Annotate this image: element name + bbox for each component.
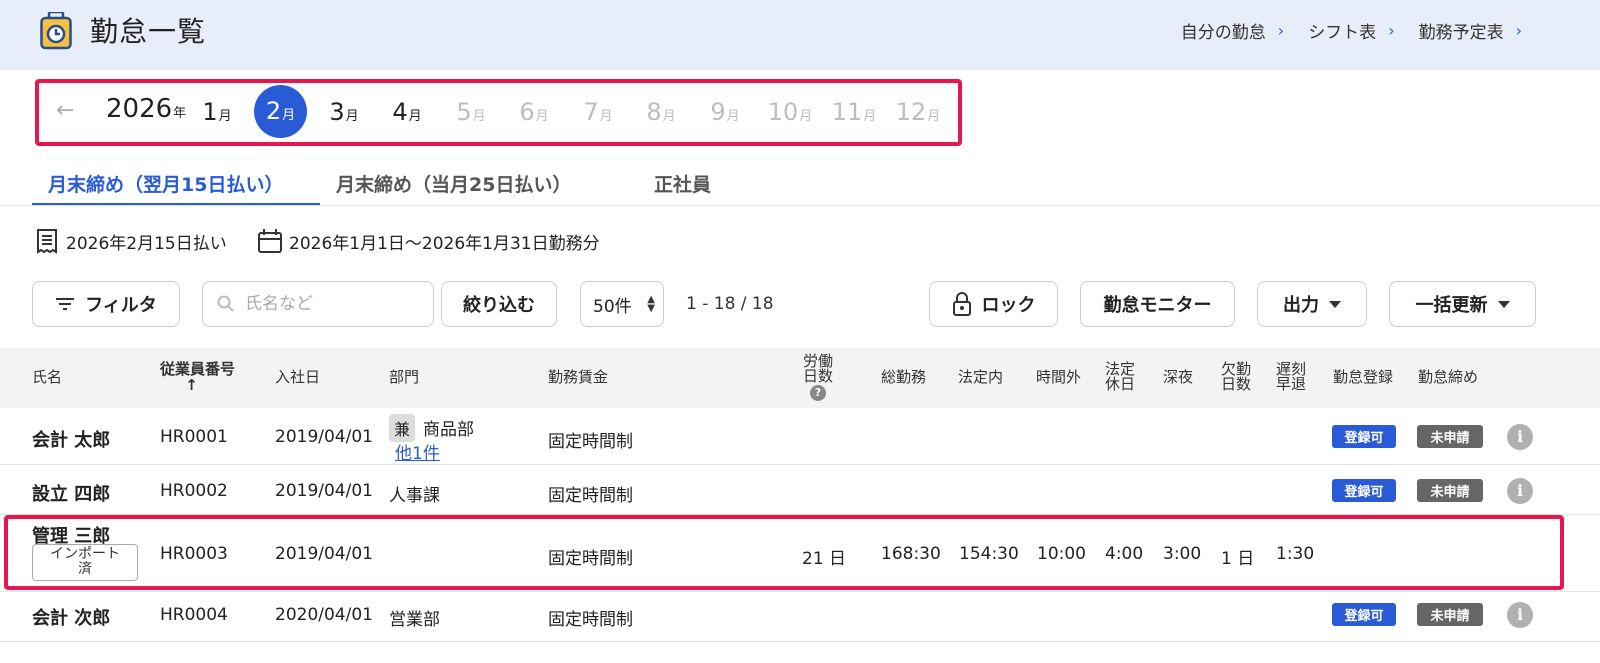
caret-down-icon (1329, 300, 1341, 308)
lock-icon (952, 292, 971, 316)
receipt-icon (37, 229, 57, 254)
info-icon[interactable]: i (1507, 602, 1533, 628)
col-labor-days[interactable]: 労働 日数 ? (803, 354, 833, 401)
table-row[interactable]: 会計 太郎 HR0001 2019/04/01 兼商品部 他1件 固定時間制 登… (0, 408, 1600, 465)
status-badge-registrable: 登録可 (1332, 603, 1396, 626)
nav-work-schedule[interactable]: 勤務予定表 › (1419, 18, 1522, 43)
hire-date: 2019/04/01 (275, 544, 373, 564)
hire-date: 2020/04/01 (275, 605, 373, 625)
labor-days: 21 日 (802, 549, 847, 569)
col-late[interactable]: 遅刻 早退 (1276, 362, 1306, 392)
status-badge-unapplied: 未申請 (1417, 425, 1483, 448)
caret-down-icon (1497, 300, 1510, 308)
nav-shift-table[interactable]: シフト表 › (1308, 18, 1394, 43)
late-early: 1:30 (1276, 544, 1315, 564)
filter-icon (56, 298, 75, 310)
absent-days: 1 日 (1221, 549, 1255, 569)
total-work: 168:30 (881, 544, 941, 564)
legal-hours: 154:30 (959, 544, 1019, 564)
month-picker-highlight (35, 79, 962, 146)
employee-number: HR0004 (160, 605, 228, 625)
department: 営業部 (389, 610, 440, 630)
table-header: 氏名 従業員番号 ↑ 入社日 部門 勤務賃金 労働 日数 ? 総勤務 法定内 時間… (0, 348, 1600, 408)
col-hire-date[interactable]: 入社日 (275, 370, 320, 385)
col-registration[interactable]: 勤怠登録 (1333, 370, 1393, 385)
status-badge-unapplied: 未申請 (1417, 603, 1483, 626)
chevron-right-icon: › (1515, 21, 1522, 40)
employee-name[interactable]: 会計 太郎 (32, 426, 110, 452)
export-button[interactable]: 出力 (1257, 281, 1367, 327)
tab-closing-25[interactable]: 月末締め（当月25日払い） (336, 164, 571, 206)
col-legal[interactable]: 法定内 (958, 370, 1003, 385)
table-row[interactable]: 会計 次郎 HR0004 2020/04/01 営業部 固定時間制 登録可 未申… (0, 592, 1600, 642)
period-info: 2026年1月1日～2026年1月31日勤務分 (257, 228, 600, 254)
col-holiday[interactable]: 法定 休日 (1105, 362, 1135, 392)
employee-number: HR0002 (160, 481, 228, 501)
pagination-range: 1 - 18 / 18 (686, 294, 774, 314)
overtime-hours: 10:00 (1037, 544, 1086, 564)
employee-name[interactable]: 会計 次郎 (32, 604, 110, 630)
table-row[interactable]: 設立 四郎 HR0002 2019/04/01 人事課 固定時間制 登録可 未申… (0, 465, 1600, 515)
tab-regular-employee[interactable]: 正社員 (654, 164, 711, 206)
status-badge-registrable: 登録可 (1332, 425, 1396, 448)
col-emp-no[interactable]: 従業員番号 ↑ (160, 362, 235, 393)
chevron-right-icon: › (1388, 21, 1395, 40)
monitor-button[interactable]: 勤怠モニター (1080, 281, 1235, 327)
lock-button[interactable]: ロック (929, 281, 1058, 327)
wage-type: 固定時間制 (548, 610, 633, 630)
help-icon[interactable]: ? (810, 385, 826, 401)
sort-up-icon: ↑ (185, 376, 198, 394)
search-input[interactable] (245, 294, 415, 314)
payday-info: 2026年2月15日払い (34, 228, 227, 254)
col-absent[interactable]: 欠勤 日数 (1221, 362, 1251, 392)
tab-closing-15[interactable]: 月末締め（翌月15日払い） (32, 164, 320, 206)
wage-type: 固定時間制 (548, 549, 633, 569)
employee-number: HR0001 (160, 427, 228, 447)
search-icon (217, 295, 234, 312)
department: 人事課 (389, 486, 440, 506)
bulk-update-button[interactable]: 一括更新 (1389, 281, 1536, 327)
table-row[interactable]: 管理 三郎 インポート済 HR0003 2019/04/01 固定時間制 21 … (0, 515, 1600, 592)
hire-date: 2019/04/01 (275, 427, 373, 447)
import-status-tag: インポート済 (32, 544, 138, 581)
info-icon[interactable]: i (1507, 424, 1533, 450)
header-nav: 自分の勤怠 › シフト表 › 勤務予定表 › (1181, 18, 1522, 43)
col-night[interactable]: 深夜 (1163, 370, 1193, 385)
col-closing[interactable]: 勤怠締め (1418, 370, 1478, 385)
filter-button[interactable]: フィルタ (32, 281, 180, 327)
status-badge-registrable: 登録可 (1332, 479, 1396, 502)
app-header: 勤怠一覧 自分の勤怠 › シフト表 › 勤務予定表 › (0, 0, 1600, 70)
holiday-hours: 4:00 (1105, 544, 1144, 564)
nav-my-attendance[interactable]: 自分の勤怠 › (1181, 18, 1284, 43)
concurrent-tag: 兼 (389, 414, 416, 442)
search-field[interactable] (202, 281, 434, 327)
col-name[interactable]: 氏名 (32, 370, 62, 385)
narrow-button[interactable]: 絞り込む (441, 281, 557, 327)
page-size-select[interactable]: 50件 ▲ ▼ (580, 281, 664, 327)
wage-type: 固定時間制 (548, 432, 633, 452)
timecard-icon (40, 12, 72, 50)
tab-divider (0, 205, 1600, 206)
info-icon[interactable]: i (1507, 478, 1533, 504)
col-dept[interactable]: 部門 (389, 370, 419, 385)
hire-date: 2019/04/01 (275, 481, 373, 501)
col-total[interactable]: 総勤務 (881, 370, 926, 385)
status-badge-unapplied: 未申請 (1417, 479, 1483, 502)
wage-type: 固定時間制 (548, 486, 633, 506)
col-wage[interactable]: 勤務賃金 (548, 370, 608, 385)
department: 兼商品部 (389, 414, 474, 442)
updown-icon: ▲ ▼ (647, 294, 655, 314)
col-overtime[interactable]: 時間外 (1036, 370, 1081, 385)
employee-number: HR0003 (160, 544, 228, 564)
night-hours: 3:00 (1163, 544, 1202, 564)
employee-name[interactable]: 設立 四郎 (32, 480, 110, 506)
department-more-link[interactable]: 他1件 (395, 439, 440, 464)
chevron-right-icon: › (1277, 21, 1285, 40)
calendar-icon (258, 229, 282, 253)
page-title: 勤怠一覧 (90, 15, 207, 48)
